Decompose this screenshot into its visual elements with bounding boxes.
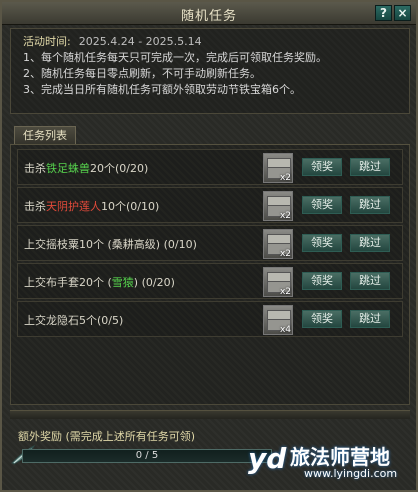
reward-count: x2 (279, 173, 291, 183)
task-description: 击杀天阴护莲人10个(0/10) (24, 198, 159, 214)
task-target: 雪猿 (111, 276, 134, 289)
reward-chest-icon[interactable]: x2 (263, 229, 293, 259)
task-description: 上交龙隐石5个(0/5) (24, 312, 123, 328)
task-row: 击杀天阴护莲人10个(0/10) x2 领奖 跳过 (17, 187, 403, 223)
task-text: 上交摇枝粟10个 (桑耕高级) (0/10) (24, 238, 197, 251)
reward-chest-icon[interactable]: x2 (263, 191, 293, 221)
task-text: 击杀 (24, 162, 46, 175)
bonus-reward-title: 额外奖励 (需完成上述所有任务可领) (18, 430, 196, 443)
task-description: 上交布手套20个 (雪猿) (0/20) (24, 274, 175, 290)
skip-button[interactable]: 跳过 (350, 158, 390, 176)
help-button[interactable]: ? (375, 5, 392, 21)
skip-button[interactable]: 跳过 (350, 310, 390, 328)
claim-button[interactable]: 领奖 (302, 310, 342, 328)
reward-count: x4 (279, 325, 291, 335)
task-description: 上交摇枝粟10个 (桑耕高级) (0/10) (24, 236, 197, 252)
rule-line-2: 2、随机任务每日零点刷新，不可手动刷新任务。 (23, 67, 261, 80)
activity-info-panel: 活动时间: 2025.4.24 - 2025.5.14 1、每个随机任务每天只可完… (10, 28, 410, 114)
bonus-progress-bar: 0 / 5 (22, 449, 272, 463)
watermark: yd 旅法师营地 www.lyingdi.com (248, 439, 418, 489)
task-row: 上交龙隐石5个(0/5) x4 领奖 跳过 (17, 301, 403, 337)
reward-chest-icon[interactable]: x2 (263, 267, 293, 297)
skip-button[interactable]: 跳过 (350, 234, 390, 252)
title-bar[interactable]: 随机任务 ? × (2, 2, 416, 25)
tab-task-list[interactable]: 任务列表 (14, 126, 76, 144)
watermark-url: www.lyingdi.com (304, 467, 398, 480)
reward-chest-icon[interactable]: x4 (263, 305, 293, 335)
close-button[interactable]: × (394, 5, 411, 21)
reward-count: x2 (279, 249, 291, 259)
task-list: 击杀铁足蛛兽20个(0/20) x2 领奖 跳过 击杀天阴护莲人10个(0/10… (10, 145, 410, 405)
task-text: 上交布手套20个 ( (24, 276, 112, 289)
rule-line-1: 1、每个随机任务每天只可完成一次，完成后可领取任务奖励。 (23, 51, 327, 64)
task-target: 铁足蛛兽 (46, 162, 90, 175)
task-target: 天阴护莲人 (46, 200, 101, 213)
skip-button[interactable]: 跳过 (350, 196, 390, 214)
activity-time-line: 活动时间: 2025.4.24 - 2025.5.14 (23, 33, 202, 49)
task-text: 上交龙隐石5个(0/5) (24, 314, 124, 327)
task-description: 击杀铁足蛛兽20个(0/20) (24, 160, 148, 176)
claim-button[interactable]: 领奖 (302, 234, 342, 252)
progress-text: 0 / 5 (135, 450, 159, 461)
section-divider (10, 410, 410, 419)
task-progress: 20个(0/20) (90, 162, 149, 175)
claim-button[interactable]: 领奖 (302, 196, 342, 214)
activity-time-label: 活动时间: (23, 35, 71, 48)
rule-line-3: 3、完成当日所有随机任务可额外领取劳动节铁宝箱6个。 (23, 83, 301, 96)
random-task-window: 随机任务 ? × 活动时间: 2025.4.24 - 2025.5.14 1、每个… (0, 0, 418, 492)
window-title: 随机任务 (180, 9, 237, 24)
watermark-brand: 旅法师营地 (290, 445, 390, 469)
reward-count: x2 (279, 211, 291, 221)
skip-button[interactable]: 跳过 (350, 272, 390, 290)
task-row: 上交摇枝粟10个 (桑耕高级) (0/10) x2 领奖 跳过 (17, 225, 403, 261)
task-progress: 10个(0/10) (101, 200, 160, 213)
reward-count: x2 (279, 287, 291, 297)
claim-button[interactable]: 领奖 (302, 272, 342, 290)
task-row: 上交布手套20个 (雪猿) (0/20) x2 领奖 跳过 (17, 263, 403, 299)
reward-chest-icon[interactable]: x2 (263, 153, 293, 183)
claim-button[interactable]: 领奖 (302, 158, 342, 176)
watermark-logo: yd (248, 442, 287, 475)
task-text: 击杀 (24, 200, 46, 213)
activity-time-value: 2025.4.24 - 2025.5.14 (78, 35, 202, 48)
task-row: 击杀铁足蛛兽20个(0/20) x2 领奖 跳过 (17, 149, 403, 185)
task-progress: ) (0/20) (133, 276, 175, 289)
